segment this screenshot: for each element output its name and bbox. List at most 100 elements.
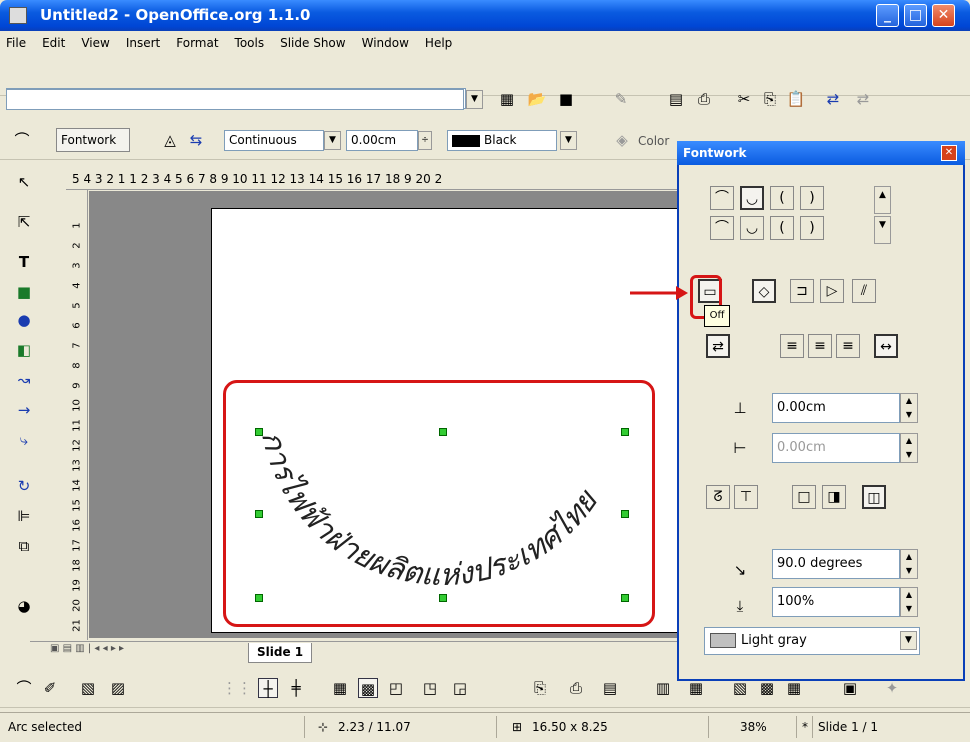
abc-frame-icon[interactable]: ⎙ bbox=[566, 678, 586, 698]
line-width-field[interactable]: 0.00cm bbox=[346, 130, 418, 151]
align-center-icon[interactable]: ≡ bbox=[808, 334, 832, 358]
shape-scroll-down-button[interactable]: ▼ bbox=[874, 216, 891, 244]
contour-icon[interactable]: ᘔ bbox=[706, 485, 730, 509]
shape-arc-right-icon[interactable]: ) bbox=[800, 186, 824, 210]
menu-tools[interactable]: Tools bbox=[235, 36, 265, 50]
tab-slide-1[interactable]: Slide 1 bbox=[248, 643, 313, 663]
edit-file-icon[interactable]: ▦ bbox=[497, 89, 517, 109]
indent-field[interactable]: 0.00cm bbox=[772, 433, 900, 463]
cut-icon[interactable]: ✂ bbox=[734, 89, 754, 109]
menu-help[interactable]: Help bbox=[425, 36, 452, 50]
connector-icon[interactable]: ⤷ bbox=[14, 430, 34, 450]
effects-icon[interactable]: ▨ bbox=[108, 678, 128, 698]
line-style-dropdown[interactable]: ▼ bbox=[324, 131, 341, 150]
orientation-icon[interactable]: ⇄ bbox=[706, 334, 730, 358]
menu-file[interactable]: File bbox=[6, 36, 26, 50]
text-icon[interactable]: T bbox=[14, 252, 34, 272]
area-icon[interactable]: ◈ bbox=[612, 130, 632, 150]
shape-arc-left-icon[interactable]: ( bbox=[770, 186, 794, 210]
fontwork-close-button[interactable]: ✕ bbox=[941, 145, 957, 161]
indent-spin[interactable]: ▲ ▼ bbox=[900, 433, 918, 463]
pattern-icon[interactable]: ▣ bbox=[840, 678, 860, 698]
line-color-dropdown[interactable]: ▼ bbox=[560, 131, 577, 150]
shadow-vertical-icon[interactable]: ◨ bbox=[822, 485, 846, 509]
distance-spin[interactable]: ▲ ▼ bbox=[900, 393, 918, 423]
lines-arrows-icon[interactable]: → bbox=[14, 400, 34, 420]
3d-effects-icon[interactable]: ◕ bbox=[14, 596, 34, 616]
rotate-icon[interactable]: ↻ bbox=[14, 476, 34, 496]
open-folder-icon[interactable]: 📂 bbox=[527, 89, 547, 109]
style-upright-icon[interactable]: ⊐ bbox=[790, 279, 814, 303]
distribute-icon[interactable]: ▦ bbox=[686, 678, 706, 698]
shadow-color-dropdown[interactable]: ▼ bbox=[900, 631, 917, 650]
redo-icon[interactable]: ⇄ bbox=[853, 89, 873, 109]
view-buttons[interactable]: ▣ ▤ ▥ | ◂ ◂ ▸ ▸ bbox=[50, 643, 124, 654]
menu-insert[interactable]: Insert bbox=[126, 36, 160, 50]
menu-format[interactable]: Format bbox=[176, 36, 218, 50]
url-dropdown-button[interactable]: ▼ bbox=[466, 90, 483, 109]
line-style-select[interactable]: Continuous bbox=[224, 130, 324, 151]
style-rotate-icon[interactable]: ◇ bbox=[752, 279, 776, 303]
guides-icon[interactable]: ╪ bbox=[286, 678, 306, 698]
style-slant-horizontal-icon[interactable]: ▷ bbox=[820, 279, 844, 303]
menu-slide-show[interactable]: Slide Show bbox=[280, 36, 345, 50]
align-icon[interactable]: ▥ bbox=[653, 678, 673, 698]
snap-frame-icon[interactable]: ▩ bbox=[358, 678, 378, 698]
save-icon[interactable]: ■ bbox=[556, 89, 576, 109]
angle-field[interactable]: 90.0 degrees bbox=[772, 549, 900, 579]
abc-shadow-icon[interactable]: ▤ bbox=[600, 678, 620, 698]
copy-icon[interactable]: ⎘ bbox=[760, 89, 780, 109]
fontwork-button[interactable]: Fontwork bbox=[56, 128, 130, 152]
arrange-icon[interactable]: ⧉ bbox=[14, 536, 34, 556]
select-icon[interactable]: ↖ bbox=[14, 172, 34, 192]
shape-open-down-icon[interactable]: ◡ bbox=[740, 216, 764, 240]
size-spin[interactable]: ▲ ▼ bbox=[900, 587, 918, 617]
shape-open-left-icon[interactable]: ( bbox=[770, 216, 794, 240]
fontwork-small-icon[interactable]: ⌒ bbox=[14, 678, 34, 698]
shadow-none-icon[interactable]: □ bbox=[792, 485, 816, 509]
shape-arc-down-icon[interactable]: ◡ bbox=[740, 186, 764, 210]
line-icon[interactable]: ◬ bbox=[160, 130, 180, 150]
status-zoom[interactable]: 38% bbox=[740, 713, 767, 741]
load-url-input[interactable] bbox=[6, 89, 464, 110]
minimize-button[interactable]: _ bbox=[876, 4, 899, 27]
rectangle-icon[interactable]: ■ bbox=[14, 282, 34, 302]
maximize-button[interactable]: □ bbox=[904, 4, 927, 27]
undo-icon[interactable]: ⇄ bbox=[823, 89, 843, 109]
alignment-icon[interactable]: ⊫ bbox=[14, 506, 34, 526]
pen-icon[interactable]: ✐ bbox=[40, 678, 60, 698]
text-frame-icon[interactable]: ⊤ bbox=[734, 485, 758, 509]
zoom-icon[interactable]: ⇱ bbox=[14, 212, 34, 232]
distance-field[interactable]: 0.00cm bbox=[772, 393, 900, 423]
shape-arc-up-icon[interactable]: ⌒ bbox=[710, 186, 734, 210]
size-field[interactable]: 100% bbox=[772, 587, 900, 617]
shape-scroll-up-button[interactable]: ▲ bbox=[874, 186, 891, 214]
close-button[interactable]: ✕ bbox=[932, 4, 955, 27]
image-dark-icon[interactable]: ▩ bbox=[757, 678, 777, 698]
print-icon[interactable]: ⎙ bbox=[694, 89, 714, 109]
menu-view[interactable]: View bbox=[81, 36, 109, 50]
autosize-text-icon[interactable]: ↔ bbox=[874, 334, 898, 358]
export-pdf-icon[interactable]: ▤ bbox=[666, 89, 686, 109]
image-alt-icon[interactable]: ▦ bbox=[784, 678, 804, 698]
curve-icon[interactable]: ↝ bbox=[14, 370, 34, 390]
align-right-icon[interactable]: ≡ bbox=[836, 334, 860, 358]
edit-mode-icon[interactable]: ✎ bbox=[611, 89, 631, 109]
gallery-icon[interactable]: ▧ bbox=[78, 678, 98, 698]
fontwork-titlebar[interactable]: Fontwork ✕ bbox=[677, 141, 965, 165]
image-icon[interactable]: ▧ bbox=[730, 678, 750, 698]
snap-object-icon[interactable]: ◲ bbox=[450, 678, 470, 698]
shadow-slant-icon[interactable]: ◫ bbox=[862, 485, 886, 509]
align-left-icon[interactable]: ≡ bbox=[780, 334, 804, 358]
snap-lines-icon[interactable]: ┼ bbox=[258, 678, 278, 698]
angle-spin[interactable]: ▲ ▼ bbox=[900, 549, 918, 579]
snap-border-icon[interactable]: ▦ bbox=[330, 678, 350, 698]
3d-object-icon[interactable]: ◧ bbox=[14, 340, 34, 360]
shape-open-up-icon[interactable]: ⌒ bbox=[710, 216, 734, 240]
snap-point-icon[interactable]: ◳ bbox=[420, 678, 440, 698]
abc-icon[interactable]: ⎘ bbox=[530, 678, 550, 698]
style-slant-vertical-icon[interactable]: ⫽ bbox=[852, 279, 876, 303]
menu-window[interactable]: Window bbox=[362, 36, 409, 50]
snap-points-icon[interactable]: ◰ bbox=[386, 678, 406, 698]
paste-icon[interactable]: 📋 bbox=[786, 89, 806, 109]
